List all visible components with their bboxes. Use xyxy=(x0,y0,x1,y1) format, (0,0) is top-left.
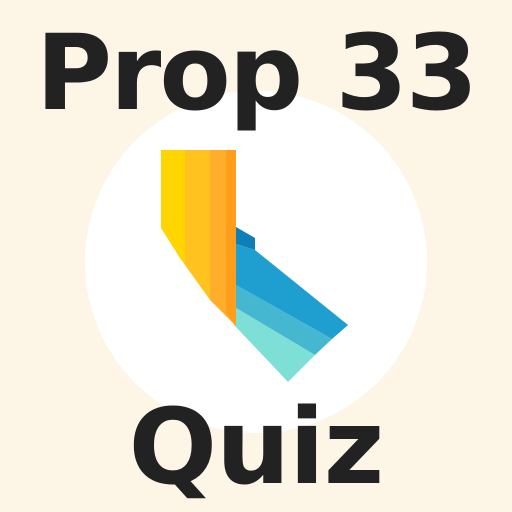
title-line-2: Quiz xyxy=(128,386,385,508)
north-stripe-2 xyxy=(185,150,210,300)
north-stripe-4 xyxy=(226,150,236,327)
title-line-1: Prop 33 xyxy=(35,12,478,134)
quiz-cover: Prop 33 Quiz xyxy=(0,0,512,512)
north-stripe-1 xyxy=(161,150,185,265)
